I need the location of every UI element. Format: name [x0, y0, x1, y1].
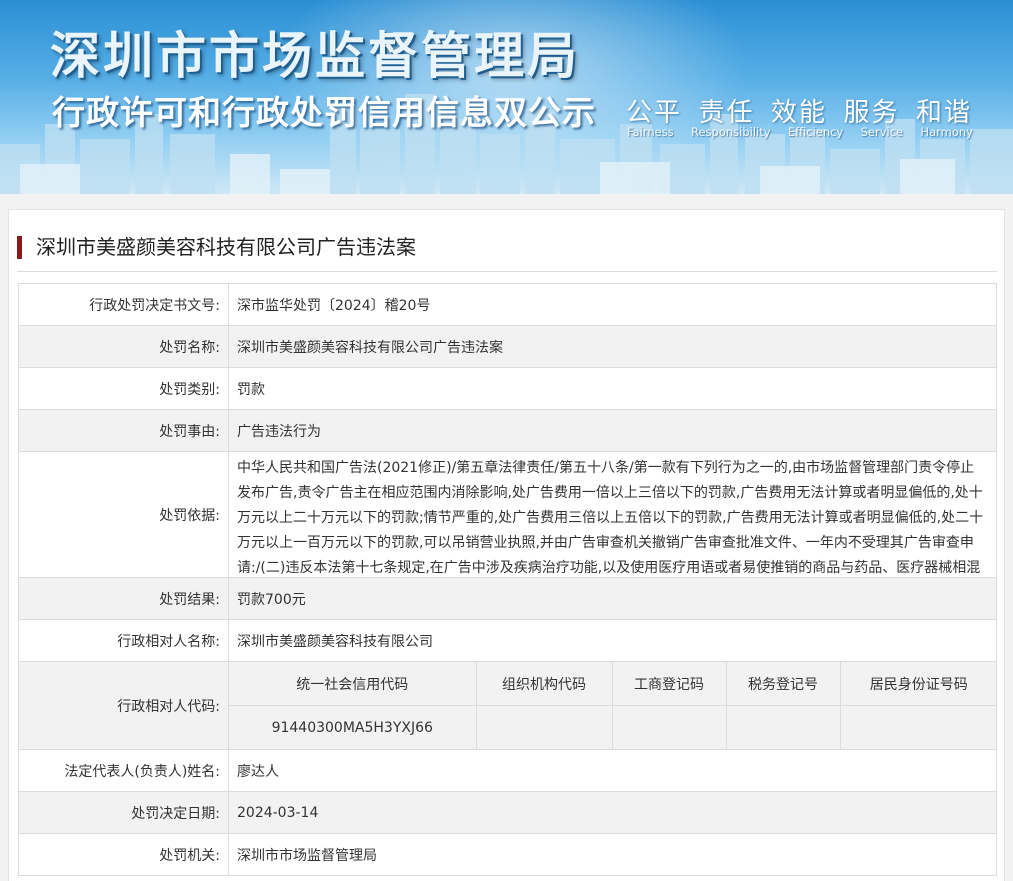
row-value-penalty-result: 罚款700元: [228, 577, 997, 620]
case-heading: 深圳市美盛颜美容科技有限公司广告违法案: [17, 232, 996, 262]
header-banner: 深圳市市场监督管理局 行政许可和行政处罚信用信息双公示 公平 责任 效能 服务 …: [0, 0, 1013, 194]
slogan-en-harmony: Harmony: [920, 125, 973, 139]
code-header-id-card: 居民身份证号码: [839, 662, 997, 706]
heading-divider: [17, 271, 997, 272]
row-label-party-name: 行政相对人名称:: [18, 619, 229, 662]
code-value-uscc: 91440300MA5H3YXJ66: [229, 705, 477, 749]
banner-slogans-zh: 公平 责任 效能 服务 和谐: [626, 92, 972, 129]
slogan-en-responsibility: Responsibility: [691, 125, 771, 139]
row-label-party-code: 行政相对人代码:: [18, 661, 229, 750]
row-value-penalty-name: 深圳市美盛颜美容科技有限公司广告违法案: [228, 325, 997, 368]
row-value-penalty-basis: 中华人民共和国广告法(2021修正)/第五章法律责任/第五十八条/第一款有下列行…: [228, 451, 997, 578]
row-label-decision-number: 行政处罚决定书文号:: [18, 283, 229, 326]
codes-header-row: 统一社会信用代码 组织机构代码 工商登记码 税务登记号 居民身份证号码: [229, 662, 997, 706]
row-value-party-name: 深圳市美盛颜美容科技有限公司: [228, 619, 997, 662]
code-header-uscc: 统一社会信用代码: [229, 662, 477, 706]
banner-slogans-en: Fairness Responsibility Efficiency Servi…: [627, 125, 973, 139]
party-codes-table: 统一社会信用代码 组织机构代码 工商登记码 税务登记号 居民身份证号码 9144…: [229, 662, 997, 749]
slogan-zh-fairness: 公平: [626, 98, 683, 128]
row-value-penalty-type: 罚款: [228, 367, 997, 410]
heading-accent-bar: [17, 236, 22, 259]
banner-title: 深圳市市场监督管理局: [50, 27, 580, 85]
slogan-zh-efficiency: 效能: [770, 98, 827, 128]
codes-value-row: 91440300MA5H3YXJ66: [229, 705, 997, 749]
case-title: 深圳市美盛颜美容科技有限公司广告违法案: [36, 235, 416, 259]
table-row: 处罚机关: 深圳市市场监督管理局: [18, 833, 997, 876]
case-info-table: 行政处罚决定书文号: 深市监华处罚〔2024〕稽20号 处罚名称: 深圳市美盛颜…: [18, 283, 997, 876]
table-row: 行政相对人名称: 深圳市美盛颜美容科技有限公司: [18, 619, 997, 662]
code-header-business-reg: 工商登记码: [611, 662, 727, 706]
row-value-authority: 深圳市市场监督管理局: [228, 833, 997, 876]
code-value-id-card: [839, 705, 997, 749]
code-value-business-reg: [611, 705, 727, 749]
row-label-penalty-type: 处罚类别:: [18, 367, 229, 410]
row-label-decision-date: 处罚决定日期:: [18, 791, 229, 834]
slogan-en-efficiency: Efficiency: [787, 125, 844, 139]
row-label-penalty-name: 处罚名称:: [18, 325, 229, 368]
table-row: 处罚名称: 深圳市美盛颜美容科技有限公司广告违法案: [18, 325, 997, 368]
party-codes-cell: 统一社会信用代码 组织机构代码 工商登记码 税务登记号 居民身份证号码 9144…: [228, 661, 997, 750]
slogan-en-service: Service: [860, 125, 904, 139]
code-header-tax-reg: 税务登记号: [725, 662, 841, 706]
banner-subtitle: 行政许可和行政处罚信用信息双公示: [52, 93, 596, 132]
row-value-penalty-reason: 广告违法行为: [228, 409, 997, 452]
case-detail-card: 深圳市美盛颜美容科技有限公司广告违法案 行政处罚决定书文号: 深市监华处罚〔20…: [8, 209, 1005, 881]
code-header-org: 组织机构代码: [475, 662, 613, 706]
slogan-zh-service: 服务: [843, 98, 900, 128]
row-label-authority: 处罚机关:: [18, 833, 229, 876]
slogan-zh-responsibility: 责任: [698, 98, 755, 128]
table-row: 行政相对人代码: 统一社会信用代码 组织机构代码 工商登记码 税务登记号 居民身…: [18, 661, 997, 750]
table-row: 处罚依据: 中华人民共和国广告法(2021修正)/第五章法律责任/第五十八条/第…: [18, 451, 997, 578]
row-label-penalty-reason: 处罚事由:: [18, 409, 229, 452]
table-row: 法定代表人(负责人)姓名: 廖达人: [18, 749, 997, 792]
code-value-tax-reg: [725, 705, 841, 749]
table-row: 处罚类别: 罚款: [18, 367, 997, 410]
table-row: 处罚决定日期: 2024-03-14: [18, 791, 997, 834]
row-label-penalty-result: 处罚结果:: [18, 577, 229, 620]
slogan-zh-harmony: 和谐: [915, 98, 972, 128]
table-row: 行政处罚决定书文号: 深市监华处罚〔2024〕稽20号: [18, 283, 997, 326]
penalty-basis-text: 中华人民共和国广告法(2021修正)/第五章法律责任/第五十八条/第一款有下列行…: [237, 460, 984, 576]
row-value-decision-number: 深市监华处罚〔2024〕稽20号: [228, 283, 997, 326]
code-value-org: [475, 705, 613, 749]
table-row: 处罚结果: 罚款700元: [18, 577, 997, 620]
row-label-penalty-basis: 处罚依据:: [18, 451, 229, 578]
table-row: 处罚事由: 广告违法行为: [18, 409, 997, 452]
slogan-en-fairness: Fairness: [627, 125, 674, 139]
row-label-legal-rep: 法定代表人(负责人)姓名:: [18, 749, 229, 792]
row-value-legal-rep: 廖达人: [228, 749, 997, 792]
row-value-decision-date: 2024-03-14: [228, 791, 997, 834]
